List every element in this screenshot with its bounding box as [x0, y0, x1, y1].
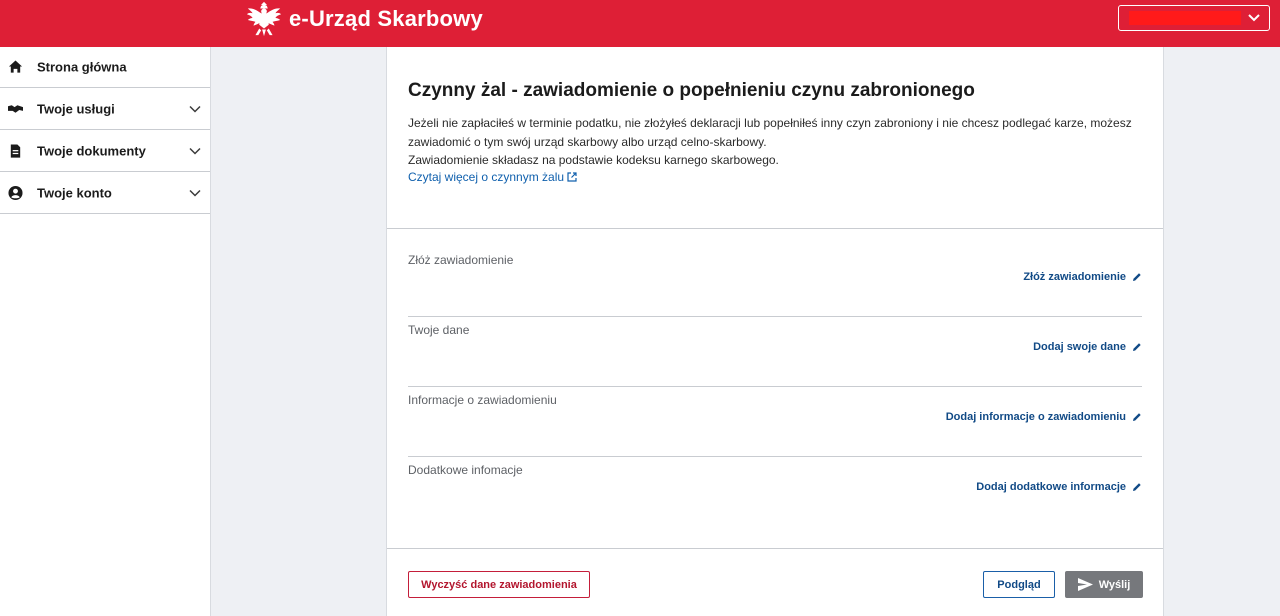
sidebar-item-documents[interactable]: Twoje dokumenty [0, 130, 210, 172]
intro-text: Jeżeli nie zapłaciłeś w terminie podatku… [408, 114, 1148, 170]
section-your-data: Twoje dane Dodaj swoje dane [408, 317, 1142, 387]
polish-eagle-icon [246, 1, 282, 37]
send-button[interactable]: Wyślij [1065, 571, 1143, 598]
intro-paragraph: Jeżeli nie zapłaciłeś w terminie podatku… [408, 116, 1132, 149]
section-additional-info: Dodatkowe infomacje Dodaj dodatkowe info… [408, 457, 1142, 527]
pencil-icon [1133, 343, 1141, 351]
user-menu-button[interactable] [1118, 5, 1270, 31]
top-header: e-Urząd Skarbowy [0, 0, 1280, 47]
pencil-icon [1133, 413, 1141, 421]
send-icon [1077, 578, 1093, 591]
document-icon [10, 143, 21, 158]
read-more-link[interactable]: Czytaj więcej o czynnym żalu [408, 170, 577, 184]
sidebar-item-label: Strona główna [37, 59, 127, 75]
section-action-label: Dodaj dodatkowe informacje [976, 481, 1126, 493]
chevron-down-icon [1248, 14, 1260, 22]
sidebar-item-account[interactable]: Twoje konto [0, 172, 210, 214]
section-title: Twoje dane [408, 323, 470, 337]
divider [387, 548, 1163, 549]
preview-button[interactable]: Podgląd [983, 571, 1055, 598]
section-title: Złóż zawiadomienie [408, 253, 514, 267]
page-title: Czynny żal - zawiadomienie o popełnieniu… [408, 80, 975, 101]
app-title: e-Urząd Skarbowy [289, 6, 483, 31]
read-more-label: Czytaj więcej o czynnym żalu [408, 170, 565, 184]
section-title: Informacje o zawiadomieniu [408, 393, 557, 407]
sidebar-item-home[interactable]: Strona główna [0, 47, 210, 88]
sidebar-nav: Strona główna Twoje usługi Twoje dokumen… [0, 47, 211, 616]
intro-paragraph: Zawiadomienie składasz na podstawie kode… [408, 153, 779, 167]
sidebar-item-label: Twoje konto [37, 185, 112, 200]
external-link-icon [567, 172, 577, 182]
pencil-icon [1133, 273, 1141, 281]
add-notice-info-link[interactable]: Dodaj informacje o zawiadomieniu [946, 411, 1142, 423]
user-name-redacted [1129, 11, 1241, 25]
handshake-icon [8, 104, 23, 113]
main-card: Czynny żal - zawiadomienie o popełnieniu… [386, 47, 1164, 616]
section-action-label: Dodaj informacje o zawiadomieniu [945, 411, 1126, 423]
pencil-icon [1133, 483, 1141, 491]
submit-notice-link[interactable]: Złóż zawiadomienie [1023, 271, 1142, 283]
section-action-label: Złóż zawiadomienie [1023, 271, 1126, 283]
sidebar-item-label: Twoje dokumenty [37, 143, 146, 158]
add-your-data-link[interactable]: Dodaj swoje dane [1033, 341, 1142, 353]
clear-notice-button[interactable]: Wyczyść dane zawiadomienia [408, 571, 590, 598]
section-action-label: Dodaj swoje dane [1033, 341, 1126, 353]
section-notice-info: Informacje o zawiadomieniu Dodaj informa… [408, 387, 1142, 457]
send-button-label: Wyślij [1098, 578, 1131, 591]
section-submit-notice: Złóż zawiadomienie Złóż zawiadomienie [408, 247, 1142, 317]
sidebar-item-services[interactable]: Twoje usługi [0, 88, 210, 130]
user-circle-icon [8, 185, 23, 200]
sidebar-item-label: Twoje usługi [37, 101, 115, 116]
chevron-down-icon[interactable] [189, 147, 201, 155]
chevron-down-icon[interactable] [189, 189, 201, 197]
divider [387, 228, 1163, 229]
add-additional-info-link[interactable]: Dodaj dodatkowe informacje [976, 481, 1142, 493]
chevron-down-icon[interactable] [189, 105, 201, 113]
section-title: Dodatkowe infomacje [408, 463, 523, 477]
home-icon [8, 60, 23, 73]
